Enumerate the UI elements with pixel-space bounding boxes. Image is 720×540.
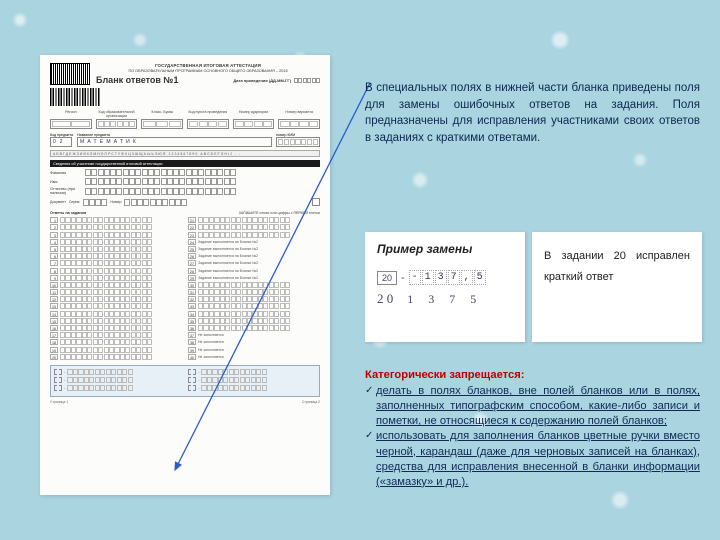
lbl-region: Регион [50,110,92,118]
forbid-item-2: использовать для заполнения бланков цвет… [365,429,700,489]
lbl-org: Код образовательной организации [96,110,138,118]
example-title: Пример замены [377,242,513,256]
forbid-title: Категорически запрещается: [365,368,700,383]
foot-left: Страница 1 [50,400,68,404]
lbl-aud: Код пункта проведения [187,110,229,118]
answers-sub: ЗАПИШИТЕ слово или цифры с ПЕРВОЙ клетки [239,211,320,215]
ex-r1-num: 20 [377,271,397,285]
lbl-num: Номер [110,200,121,204]
lbl-var: Номер варианта [278,110,320,118]
barcode-icon [50,63,90,85]
barcode2-icon [50,88,100,106]
exam-form: ГОСУДАРСТВЕННАЯ ИТОГОВАЯ АТТЕСТАЦИЯ ПО О… [40,55,330,495]
checkbox-icon [312,198,320,206]
example-explanation: В задании 20 исправлен краткий ответ [532,232,702,342]
forbidden-block: Категорически запрещается: делать в поля… [365,368,700,490]
er-c: 20 [614,246,626,267]
lbl-fam: Фамилия [50,171,82,175]
lbl-doc: Документ [50,200,66,204]
ex-r2-num: 2 0 [377,291,393,307]
foot-right: Страница 2 [302,400,320,404]
example-box: Пример замены 20 - -137,5 2 0 1 3 7 5 [365,232,525,342]
correction-section: --- --- [50,365,320,397]
er-line2: краткий ответ [544,267,690,288]
forbid-item-1: делать в полях бланков, вне полей бланко… [365,384,700,429]
lbl-name: Имя [50,180,82,184]
ex-r2-vals: 1 3 7 5 [403,292,482,307]
kim-date-label: Дата проведения (ДД-ММ-ГГ) [233,78,291,83]
subject-code: 02 [50,137,72,147]
er-b: задании [561,246,603,267]
lbl-place: Номер аудитории [233,110,275,118]
answers-header: Ответы на задания [50,211,86,215]
form-header-2: ПО ОБРАЗОВАТЕЛЬНЫМ ПРОГРАММАМ ОСНОВНОГО … [96,69,320,74]
participant-info-bar: Сведения об участнике государственной ит… [50,160,320,167]
er-d: исправлен [636,246,690,267]
lbl-otch: Отчество (при наличии) [50,187,82,195]
form-title: Бланк ответов №1 [96,75,178,87]
lbl-class: Класс. Буква [141,110,183,118]
lbl-subj-code: Код предмета [50,133,73,137]
er-a: В [544,246,551,267]
description-text: В специальных полях в нижней части бланк… [365,80,700,147]
subject-name: МАТЕМАТИК [77,137,272,147]
lbl-ser: Серия [69,200,80,204]
alphabet-sample: АБВГДЕЖЗИЙКЛМНОПРСТУФХЦЧШЩЪЫЬЭЮЯ 1234567… [50,150,320,157]
